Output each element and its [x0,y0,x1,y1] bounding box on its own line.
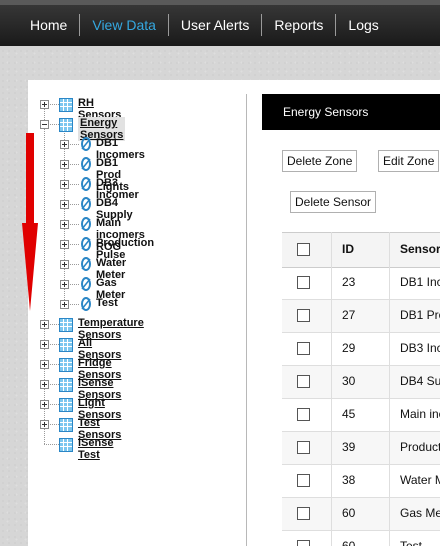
row-checkbox[interactable] [297,474,310,487]
expand-icon[interactable] [40,100,49,109]
sensor-icon [80,237,92,251]
grid-icon [59,398,73,412]
header-sensor: Sensor [400,242,440,256]
sensor-icon [80,197,92,211]
cell-sensor: DB3 Incomer [400,341,440,355]
select-all-checkbox[interactable] [297,243,310,256]
grid-icon [59,318,73,332]
sensor-icon [80,277,92,291]
panel-divider [246,94,247,546]
sensor-icon [80,217,92,231]
top-bar-shine [0,0,440,5]
cell-id: 60 [342,539,356,546]
nav-user-alerts[interactable]: User Alerts [169,14,261,36]
cell-sensor: DB1 Prod Lights [400,308,440,322]
sensor-icon [80,157,92,171]
cell-id: 29 [342,341,356,355]
table-row: 30 DB4 Supply [282,365,440,399]
column-divider [389,232,390,546]
cell-sensor: DB1 Incomers [400,275,440,289]
tree-sensor-item[interactable]: Test [96,297,118,309]
cell-id: 23 [342,275,356,289]
cell-sensor: DB4 Supply [400,374,440,388]
cell-sensor: Water Meter [400,473,440,487]
row-checkbox[interactable] [297,342,310,355]
table-row: 60 Gas Meter [282,497,440,531]
grid-icon [59,418,73,432]
cell-sensor: Main incomers ROG [400,407,440,421]
expand-icon[interactable] [60,140,69,149]
grid-icon [59,98,73,112]
expand-icon[interactable] [60,180,69,189]
sensor-icon [80,177,92,191]
table-row: 38 Water Meter [282,464,440,498]
grid-icon [59,378,73,392]
column-divider [331,232,332,546]
expand-icon[interactable] [40,380,49,389]
header-id: ID [342,242,354,256]
grid-icon [59,438,73,452]
cell-sensor: Gas Meter [400,506,440,520]
tree-group-item[interactable]: iSense Test [78,437,113,461]
expand-icon[interactable] [60,160,69,169]
cell-id: 39 [342,440,356,454]
row-checkbox[interactable] [297,408,310,421]
sensor-icon [80,297,92,311]
sensor-icon [80,137,92,151]
expand-icon[interactable] [40,340,49,349]
tree-guide-line [44,104,45,444]
cell-id: 45 [342,407,356,421]
expand-icon[interactable] [60,280,69,289]
nav-view-data[interactable]: View Data [80,14,168,36]
edit-zone-button[interactable]: Edit Zone [378,150,440,172]
expand-icon[interactable] [60,260,69,269]
zone-title: Energy Sensors [283,105,369,119]
cell-sensor: Production Pulse [400,440,440,454]
delete-zone-button[interactable]: Delete Zone [282,150,358,172]
table-row: 39 Production Pulse [282,431,440,465]
grid-icon [59,118,73,132]
top-nav-bar: Home View Data User Alerts Reports Logs [0,0,440,46]
row-checkbox[interactable] [297,375,310,388]
red-arrow-icon [22,133,38,311]
expand-icon[interactable] [40,420,49,429]
cell-id: 30 [342,374,356,388]
cell-sensor: Test [400,539,423,546]
table-header: ID Sensor [282,232,440,268]
nav-home[interactable]: Home [0,14,79,36]
table-row: 29 DB3 Incomer [282,332,440,366]
expand-icon[interactable] [60,200,69,209]
cell-id: 60 [342,506,356,520]
row-checkbox[interactable] [297,309,310,322]
expand-icon[interactable] [60,240,69,249]
main-nav: Home View Data User Alerts Reports Logs [0,14,391,36]
table-row: 27 DB1 Prod Lights [282,299,440,333]
table-row: 45 Main incomers ROG [282,398,440,432]
grid-icon [59,338,73,352]
table-row: 23 DB1 Incomers [282,266,440,300]
table-row: 60 Test [282,530,440,546]
expand-icon[interactable] [40,360,49,369]
row-checkbox[interactable] [297,507,310,520]
nav-reports[interactable]: Reports [262,14,335,36]
nav-logs[interactable]: Logs [336,14,390,36]
expand-icon[interactable] [40,320,49,329]
sensor-icon [80,257,92,271]
tree-guide-line [64,124,65,304]
row-checkbox[interactable] [297,540,310,546]
cell-id: 38 [342,473,356,487]
sensor-table: 60 Test 60 Gas Meter 38 Water Meter 39 Producti… [282,232,440,546]
expand-icon[interactable] [40,400,49,409]
delete-sensor-button[interactable]: Delete Sensor [290,191,377,213]
tree-guide-line [44,444,59,445]
expand-icon[interactable] [60,300,69,309]
cell-id: 27 [342,308,356,322]
expand-icon[interactable] [60,220,69,229]
collapse-icon[interactable] [40,120,49,129]
row-checkbox[interactable] [297,276,310,289]
row-checkbox[interactable] [297,441,310,454]
zone-header: Energy Sensors [262,94,440,130]
grid-icon [59,358,73,372]
